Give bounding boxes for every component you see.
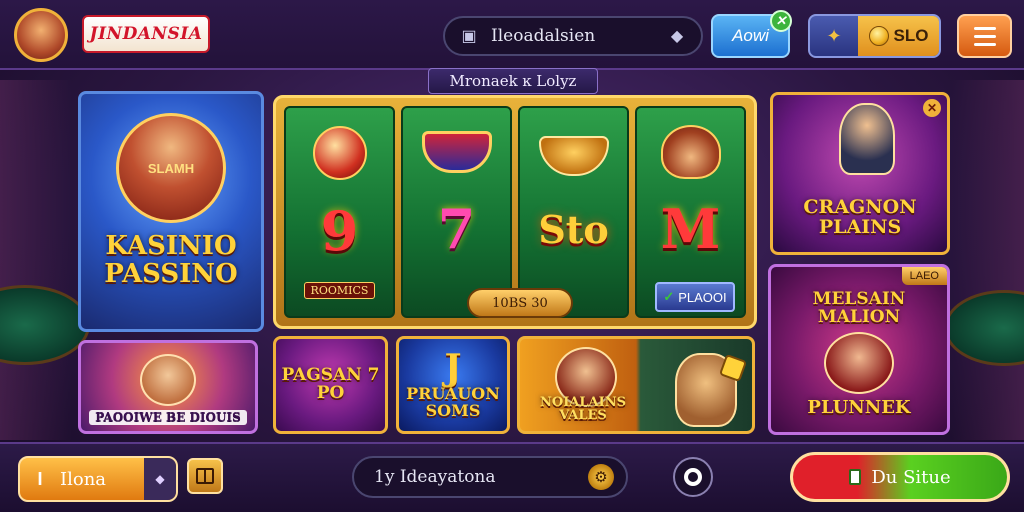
mascot-figure	[140, 354, 196, 407]
search-input[interactable]: Ileoadalsien	[491, 26, 665, 46]
now-button-label: Aowi	[732, 26, 769, 45]
character-figure	[824, 331, 894, 394]
game-title: NOIALAINS VALES	[540, 394, 626, 424]
wallet-button[interactable]: ✦ SLO	[808, 14, 941, 58]
app-logo: JINDANSIA	[82, 15, 210, 53]
info-label: PLAOOI	[678, 289, 727, 305]
reel-2: 7	[401, 106, 512, 318]
character-figure: SLAMH	[116, 113, 226, 224]
character-figure	[839, 103, 895, 175]
go-label: Du Situe	[871, 466, 951, 488]
game-title: MELSAIN MALION	[812, 289, 906, 327]
layout-button[interactable]	[187, 458, 223, 494]
reel-symbol: 7	[437, 196, 476, 261]
game-card-noialains[interactable]: NOIALAINS VALES	[517, 336, 755, 434]
home-icon: I	[37, 468, 43, 489]
game-card-kasinio[interactable]: SLAMH KASINIO PASSINO	[78, 91, 264, 332]
top-bar: JINDANSIA ▣ Ileoadalsien ◆ Aowi ✕ ✦ SLO	[0, 0, 1024, 70]
symbol-icon	[312, 126, 367, 181]
record-button[interactable]	[673, 457, 713, 497]
menu-line	[973, 26, 996, 30]
reel-symbol: M	[660, 196, 721, 261]
status-badge: LAEO	[901, 267, 947, 285]
info-button[interactable]: ✓ PLAOOI	[655, 282, 735, 312]
search-bar[interactable]: ▣ Ileoadalsien ◆	[443, 16, 703, 56]
ring-icon	[684, 468, 702, 486]
game-card-paooiwe[interactable]: PAOOIWE BE DIOUIS	[78, 340, 258, 434]
check-icon: ✓	[663, 289, 675, 304]
menu-line	[973, 34, 996, 38]
shield-icon	[421, 131, 492, 174]
game-symbol: J	[444, 347, 462, 390]
go-button[interactable]: Du Situe	[790, 452, 1010, 502]
camera-icon: ▣	[461, 28, 477, 45]
ticket-icon	[849, 469, 862, 485]
background-right-decor	[952, 80, 1024, 440]
bet-button[interactable]: 10BS 30	[467, 288, 573, 318]
background-table-left	[0, 285, 90, 365]
game-card-melsain[interactable]: LAEO MELSAIN MALION PLUNNEK	[768, 264, 950, 435]
character-icon	[660, 125, 721, 180]
game-card-cragnon[interactable]: ✕ CRAGNON PLAINS	[770, 92, 950, 255]
background-left-decor	[0, 80, 72, 440]
reel-caption: ROOMICS	[303, 281, 376, 299]
game-title: PAGSAN 7 PO	[281, 365, 380, 403]
close-badge-icon[interactable]: ✕	[770, 10, 792, 32]
character-tag: SLAMH	[147, 160, 195, 176]
close-icon[interactable]: ✕	[923, 99, 941, 117]
coin-bowl-icon	[538, 135, 609, 176]
game-title: CRAGNON PLAINS	[803, 196, 917, 239]
reel-3: Sto	[518, 106, 629, 318]
bottom-search-input[interactable]: 1y Ideayatona	[374, 467, 588, 487]
dice-icon[interactable]: ◆	[665, 24, 689, 48]
home-label: Ilona	[60, 468, 107, 490]
wallet-label: SLO	[893, 26, 929, 45]
bottom-search-bar[interactable]: 1y Ideayatona ⚙	[352, 456, 628, 498]
reel-symbol: Sto	[538, 206, 609, 252]
game-title: PRUAUON SOMS	[406, 384, 500, 420]
reel-symbol: 9	[320, 199, 359, 264]
coin-icon	[868, 26, 889, 46]
menu-button[interactable]	[957, 14, 1012, 58]
location-icon[interactable]: ◆	[144, 458, 176, 500]
game-card-pruauon[interactable]: J PRUAUON SOMS	[396, 336, 510, 434]
banner-title: Mronaek ĸ Lolyz	[428, 68, 598, 94]
game-title: PAOOIWE BE DIOUIS	[89, 410, 247, 425]
frame-icon	[196, 468, 214, 484]
game-title: KASINIO PASSINO	[104, 231, 238, 289]
star-icon: ✦	[826, 25, 842, 46]
avatar[interactable]	[14, 8, 68, 62]
game-subtitle: PLUNNEK	[807, 397, 911, 419]
gear-icon[interactable]: ⚙	[588, 464, 614, 490]
game-card-pagsan[interactable]: PAGSAN 7 PO	[273, 336, 388, 434]
now-button[interactable]: Aowi ✕	[711, 10, 792, 58]
home-button[interactable]: I Ilona ◆	[18, 456, 178, 502]
menu-line	[973, 42, 996, 46]
reel-1: 9 ROOMICS	[284, 106, 395, 318]
